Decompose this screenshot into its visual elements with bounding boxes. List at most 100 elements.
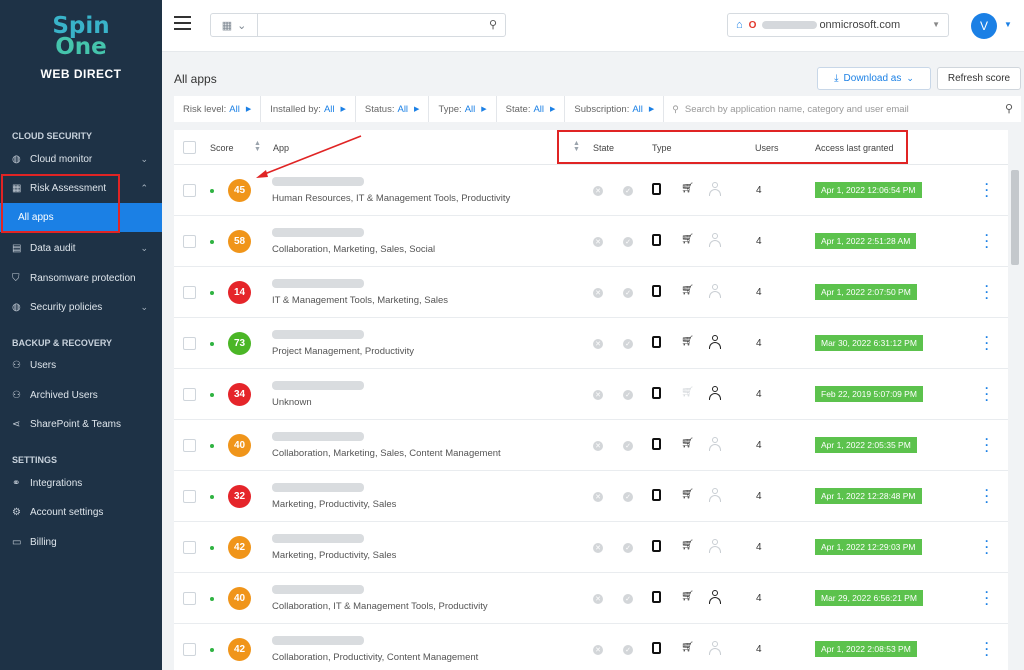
app-name-redacted[interactable] bbox=[272, 279, 364, 288]
office365-icon: O bbox=[748, 19, 757, 31]
brand-name: WEB DIRECT bbox=[40, 67, 122, 81]
sort-icon[interactable]: ▲ ▼ bbox=[254, 140, 261, 153]
filter-installed-by[interactable]: Installed by: All ▶ bbox=[261, 96, 356, 122]
app-name-redacted[interactable] bbox=[272, 636, 364, 645]
more-options-icon[interactable]: · · · bbox=[985, 637, 989, 661]
app-name-redacted[interactable] bbox=[272, 432, 364, 441]
users-count: 4 bbox=[756, 389, 762, 400]
app-name-redacted[interactable] bbox=[272, 330, 364, 339]
select-all-checkbox[interactable] bbox=[183, 141, 196, 154]
more-options-icon[interactable]: · · · bbox=[985, 331, 989, 355]
column-score[interactable]: Score bbox=[210, 143, 234, 153]
logo[interactable]: Spin One WEB DIRECT bbox=[0, 15, 162, 82]
more-options-icon[interactable]: · · · bbox=[985, 382, 989, 406]
vertical-scrollbar[interactable] bbox=[1009, 130, 1021, 670]
document-icon: ▤ bbox=[12, 242, 22, 254]
users-icon: ⚇ bbox=[12, 359, 21, 371]
row-checkbox[interactable] bbox=[183, 490, 196, 503]
app-name-redacted[interactable] bbox=[272, 534, 364, 543]
table-row[interactable]: 42 Collaboration, Productivity, Content M… bbox=[174, 624, 1008, 670]
sidebar-item-ransomware-protection[interactable]: ⛉ Ransomware protection bbox=[0, 264, 162, 292]
sidebar-item-security-policies[interactable]: ◍ Security policies ⌄ bbox=[0, 293, 162, 321]
sidebar-item-account-settings[interactable]: ⚙ Account settings bbox=[0, 498, 162, 526]
chevron-up-icon: ⌃ bbox=[140, 182, 148, 193]
users-count: 4 bbox=[756, 644, 762, 655]
user-icon bbox=[709, 386, 721, 400]
shield-icon: ⛉ bbox=[12, 272, 20, 284]
status-dot bbox=[210, 342, 214, 346]
table-row[interactable]: 73 Project Management, Productivity ✕ ✓ 🛒︎ 4 M… bbox=[174, 318, 1008, 369]
app-name-redacted[interactable] bbox=[272, 177, 364, 186]
sidebar: Spin One WEB DIRECT CLOUD SECURITY ◍ Clo… bbox=[0, 0, 162, 670]
row-checkbox[interactable] bbox=[183, 388, 196, 401]
filter-type[interactable]: Type: All ▶ bbox=[429, 96, 497, 122]
avatar[interactable]: V bbox=[971, 13, 997, 39]
row-checkbox[interactable] bbox=[183, 337, 196, 350]
tenant-selector[interactable]: ⌂ O onmicrosoft.com ▼ bbox=[727, 13, 949, 37]
row-checkbox[interactable] bbox=[183, 235, 196, 248]
filter-subscription[interactable]: Subscription: All ▶ bbox=[565, 96, 665, 122]
table-row[interactable]: 58 Collaboration, Marketing, Sales, Socia… bbox=[174, 216, 1008, 267]
more-options-icon[interactable]: · · · bbox=[985, 586, 989, 610]
more-options-icon[interactable]: · · · bbox=[985, 484, 989, 508]
search-icon[interactable]: ⚲ bbox=[489, 18, 497, 31]
app-name-redacted[interactable] bbox=[272, 381, 364, 390]
global-search[interactable]: ▦ ⌄ ⚲ bbox=[210, 13, 506, 37]
sidebar-item-sharepoint-teams[interactable]: ⋖ SharePoint & Teams bbox=[0, 410, 162, 438]
app-search-input[interactable]: ⚲ Search by application name, category a… bbox=[664, 96, 1021, 122]
more-options-icon[interactable]: · · · bbox=[985, 178, 989, 202]
app-name-redacted[interactable] bbox=[272, 228, 364, 237]
more-options-icon[interactable]: · · · bbox=[985, 229, 989, 253]
row-checkbox[interactable] bbox=[183, 184, 196, 197]
row-checkbox[interactable] bbox=[183, 643, 196, 656]
state-check-icon: ✓ bbox=[623, 390, 633, 400]
users-count: 4 bbox=[756, 185, 762, 196]
search-icon[interactable]: ⚲ bbox=[1005, 102, 1013, 115]
status-dot bbox=[210, 189, 214, 193]
filter-label: Status: bbox=[364, 103, 395, 115]
caret-right-icon: ▶ bbox=[414, 106, 420, 113]
more-options-icon[interactable]: · · · bbox=[985, 433, 989, 457]
table-row[interactable]: 42 Marketing, Productivity, Sales ✕ ✓ 🛒︎ 4 Apr… bbox=[174, 522, 1008, 573]
user-icon bbox=[709, 641, 721, 655]
more-options-icon[interactable]: · · · bbox=[985, 280, 989, 304]
sidebar-item-archived-users[interactable]: ⚇ Archived Users bbox=[0, 381, 162, 409]
sidebar-item-integrations[interactable]: ⚭ Integrations bbox=[0, 469, 162, 497]
users-count: 4 bbox=[756, 491, 762, 502]
score-badge: 45 bbox=[228, 179, 251, 202]
row-checkbox[interactable] bbox=[183, 592, 196, 605]
table-row[interactable]: 40 Collaboration, Marketing, Sales, Conte… bbox=[174, 420, 1008, 471]
scrollbar-thumb[interactable] bbox=[1011, 170, 1019, 265]
table-row[interactable]: 14 IT & Management Tools, Marketing, Sale… bbox=[174, 267, 1008, 318]
table-row[interactable]: 34 Unknown ✕ ✓ 🛒︎ 4 Feb 22, 2019 5:07:09 PM · · · bbox=[174, 369, 1008, 420]
table-row[interactable]: 32 Marketing, Productivity, Sales ✕ ✓ 🛒︎ 4 Apr… bbox=[174, 471, 1008, 522]
access-granted-date: Apr 1, 2022 2:07:50 PM bbox=[815, 284, 917, 300]
filter-risk-level[interactable]: Risk level: All ▶ bbox=[174, 96, 262, 122]
app-name-redacted[interactable] bbox=[272, 585, 364, 594]
section-cloud-security: CLOUD SECURITY bbox=[12, 131, 93, 141]
more-options-icon[interactable]: · · · bbox=[985, 535, 989, 559]
filter-state[interactable]: State: All ▶ bbox=[497, 96, 566, 122]
link-icon: ⚭ bbox=[12, 477, 21, 489]
column-app[interactable]: App bbox=[273, 143, 289, 153]
filter-status[interactable]: Status: All ▶ bbox=[356, 96, 430, 122]
app-name-redacted[interactable] bbox=[272, 483, 364, 492]
caret-down-icon[interactable]: ▼ bbox=[1004, 20, 1012, 29]
table-row[interactable]: 45 Human Resources, IT & Management Tools… bbox=[174, 165, 1008, 216]
search-scope-select[interactable]: ▦ ⌄ bbox=[211, 14, 258, 36]
row-checkbox[interactable] bbox=[183, 541, 196, 554]
sidebar-item-users[interactable]: ⚇ Users bbox=[0, 351, 162, 379]
sidebar-item-data-audit[interactable]: ▤ Data audit ⌄ bbox=[0, 234, 162, 262]
table-row[interactable]: 40 Collaboration, IT & Management Tools, … bbox=[174, 573, 1008, 624]
office365-icon bbox=[652, 540, 661, 552]
state-check-icon: ✓ bbox=[623, 339, 633, 349]
annotation-highlight-box bbox=[557, 130, 908, 164]
sidebar-item-billing[interactable]: ▭ Billing bbox=[0, 528, 162, 556]
sidebar-item-cloud-monitor[interactable]: ◍ Cloud monitor ⌄ bbox=[0, 145, 162, 173]
download-as-button[interactable]: ⤓ Download as ⌄ bbox=[817, 67, 931, 90]
state-check-icon: ✓ bbox=[623, 645, 633, 655]
refresh-score-button[interactable]: Refresh score bbox=[937, 67, 1021, 90]
row-checkbox[interactable] bbox=[183, 286, 196, 299]
hamburger-menu-icon[interactable] bbox=[174, 16, 191, 30]
row-checkbox[interactable] bbox=[183, 439, 196, 452]
